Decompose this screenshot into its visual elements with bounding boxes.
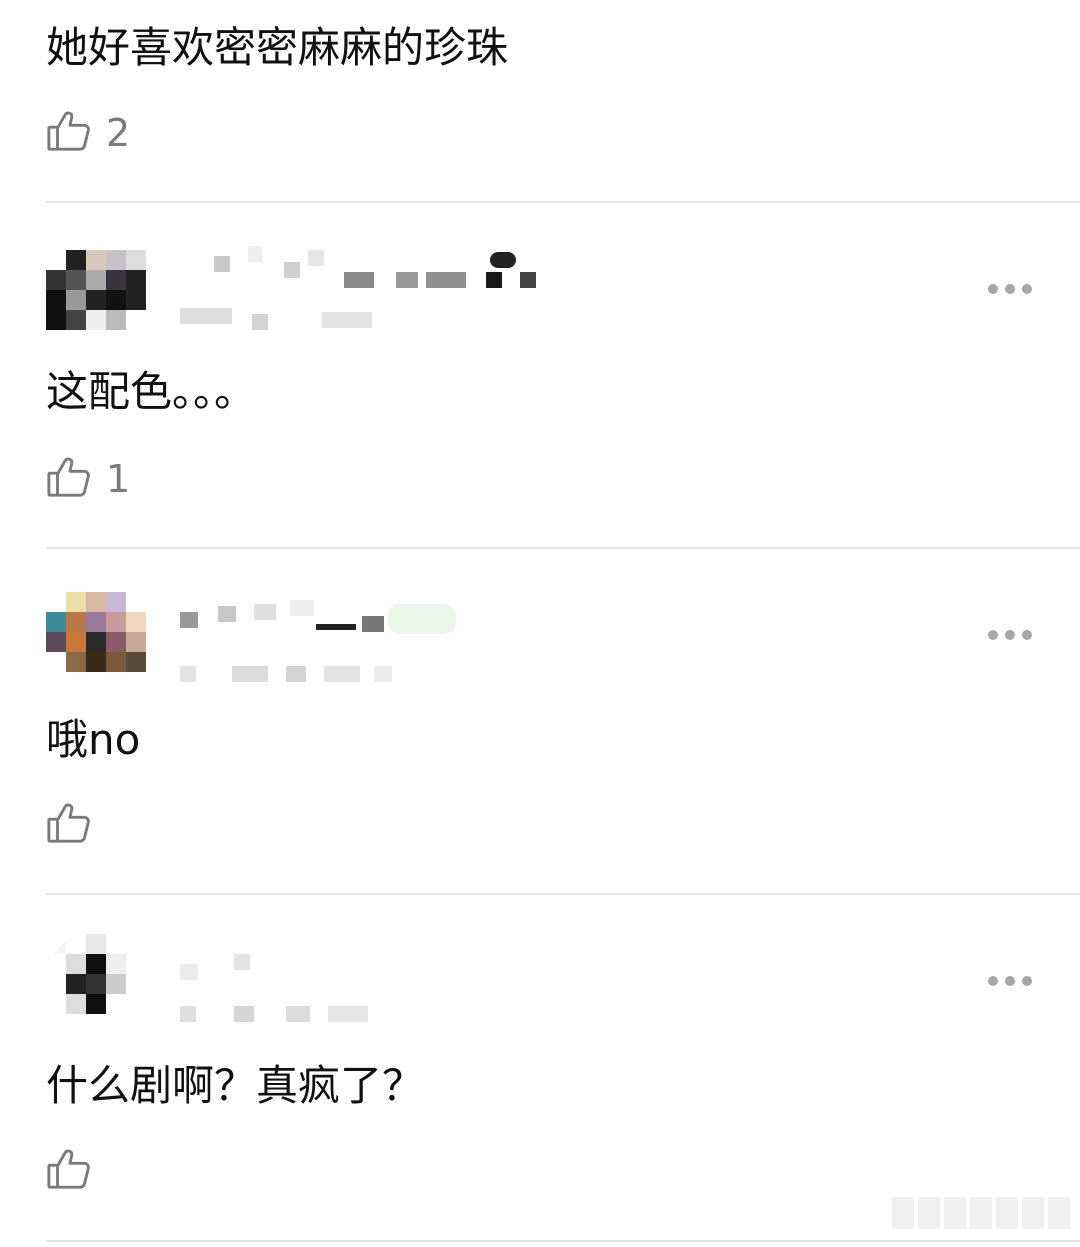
comment-text: 这配色。。。 (46, 367, 257, 416)
comment-meta (178, 660, 398, 682)
username[interactable] (178, 246, 548, 288)
user-badge (388, 604, 456, 634)
comment-item: 这配色。。。 1 (0, 204, 1080, 548)
more-dots-icon[interactable] (988, 282, 1032, 296)
thumbs-up-icon (46, 800, 92, 850)
comment-item: 她好喜欢密密麻麻的珍珠 2 (0, 0, 1080, 204)
more-dots-icon[interactable] (988, 974, 1032, 988)
username[interactable] (178, 954, 278, 980)
avatar[interactable] (46, 250, 146, 342)
more-dots-icon[interactable] (988, 628, 1032, 642)
like-button[interactable]: 1 (46, 454, 130, 504)
divider (46, 201, 1080, 203)
avatar[interactable] (46, 934, 146, 1026)
divider (46, 893, 1080, 895)
like-count: 2 (106, 111, 131, 155)
like-button[interactable] (46, 1146, 106, 1196)
comment-text: 她好喜欢密密麻麻的珍珠 (46, 23, 509, 72)
avatar[interactable] (46, 592, 146, 684)
comment-text: 什么剧啊？真疯了？ (46, 1061, 425, 1110)
like-count: 1 (106, 457, 131, 501)
watermark (892, 1197, 1070, 1231)
thumbs-up-icon (46, 108, 92, 158)
comment-item: 哦no (0, 550, 1080, 894)
comment-item: 什么剧啊？真疯了？ (0, 896, 1080, 1247)
divider (46, 547, 1080, 549)
thumbs-up-icon (46, 1146, 92, 1196)
comment-meta (178, 1002, 378, 1024)
comment-text: 哦no (46, 715, 141, 764)
thumbs-up-icon (46, 454, 92, 504)
like-button[interactable] (46, 800, 106, 850)
divider (46, 1240, 1080, 1242)
like-button[interactable]: 2 (46, 108, 130, 158)
comment-meta (178, 304, 378, 330)
